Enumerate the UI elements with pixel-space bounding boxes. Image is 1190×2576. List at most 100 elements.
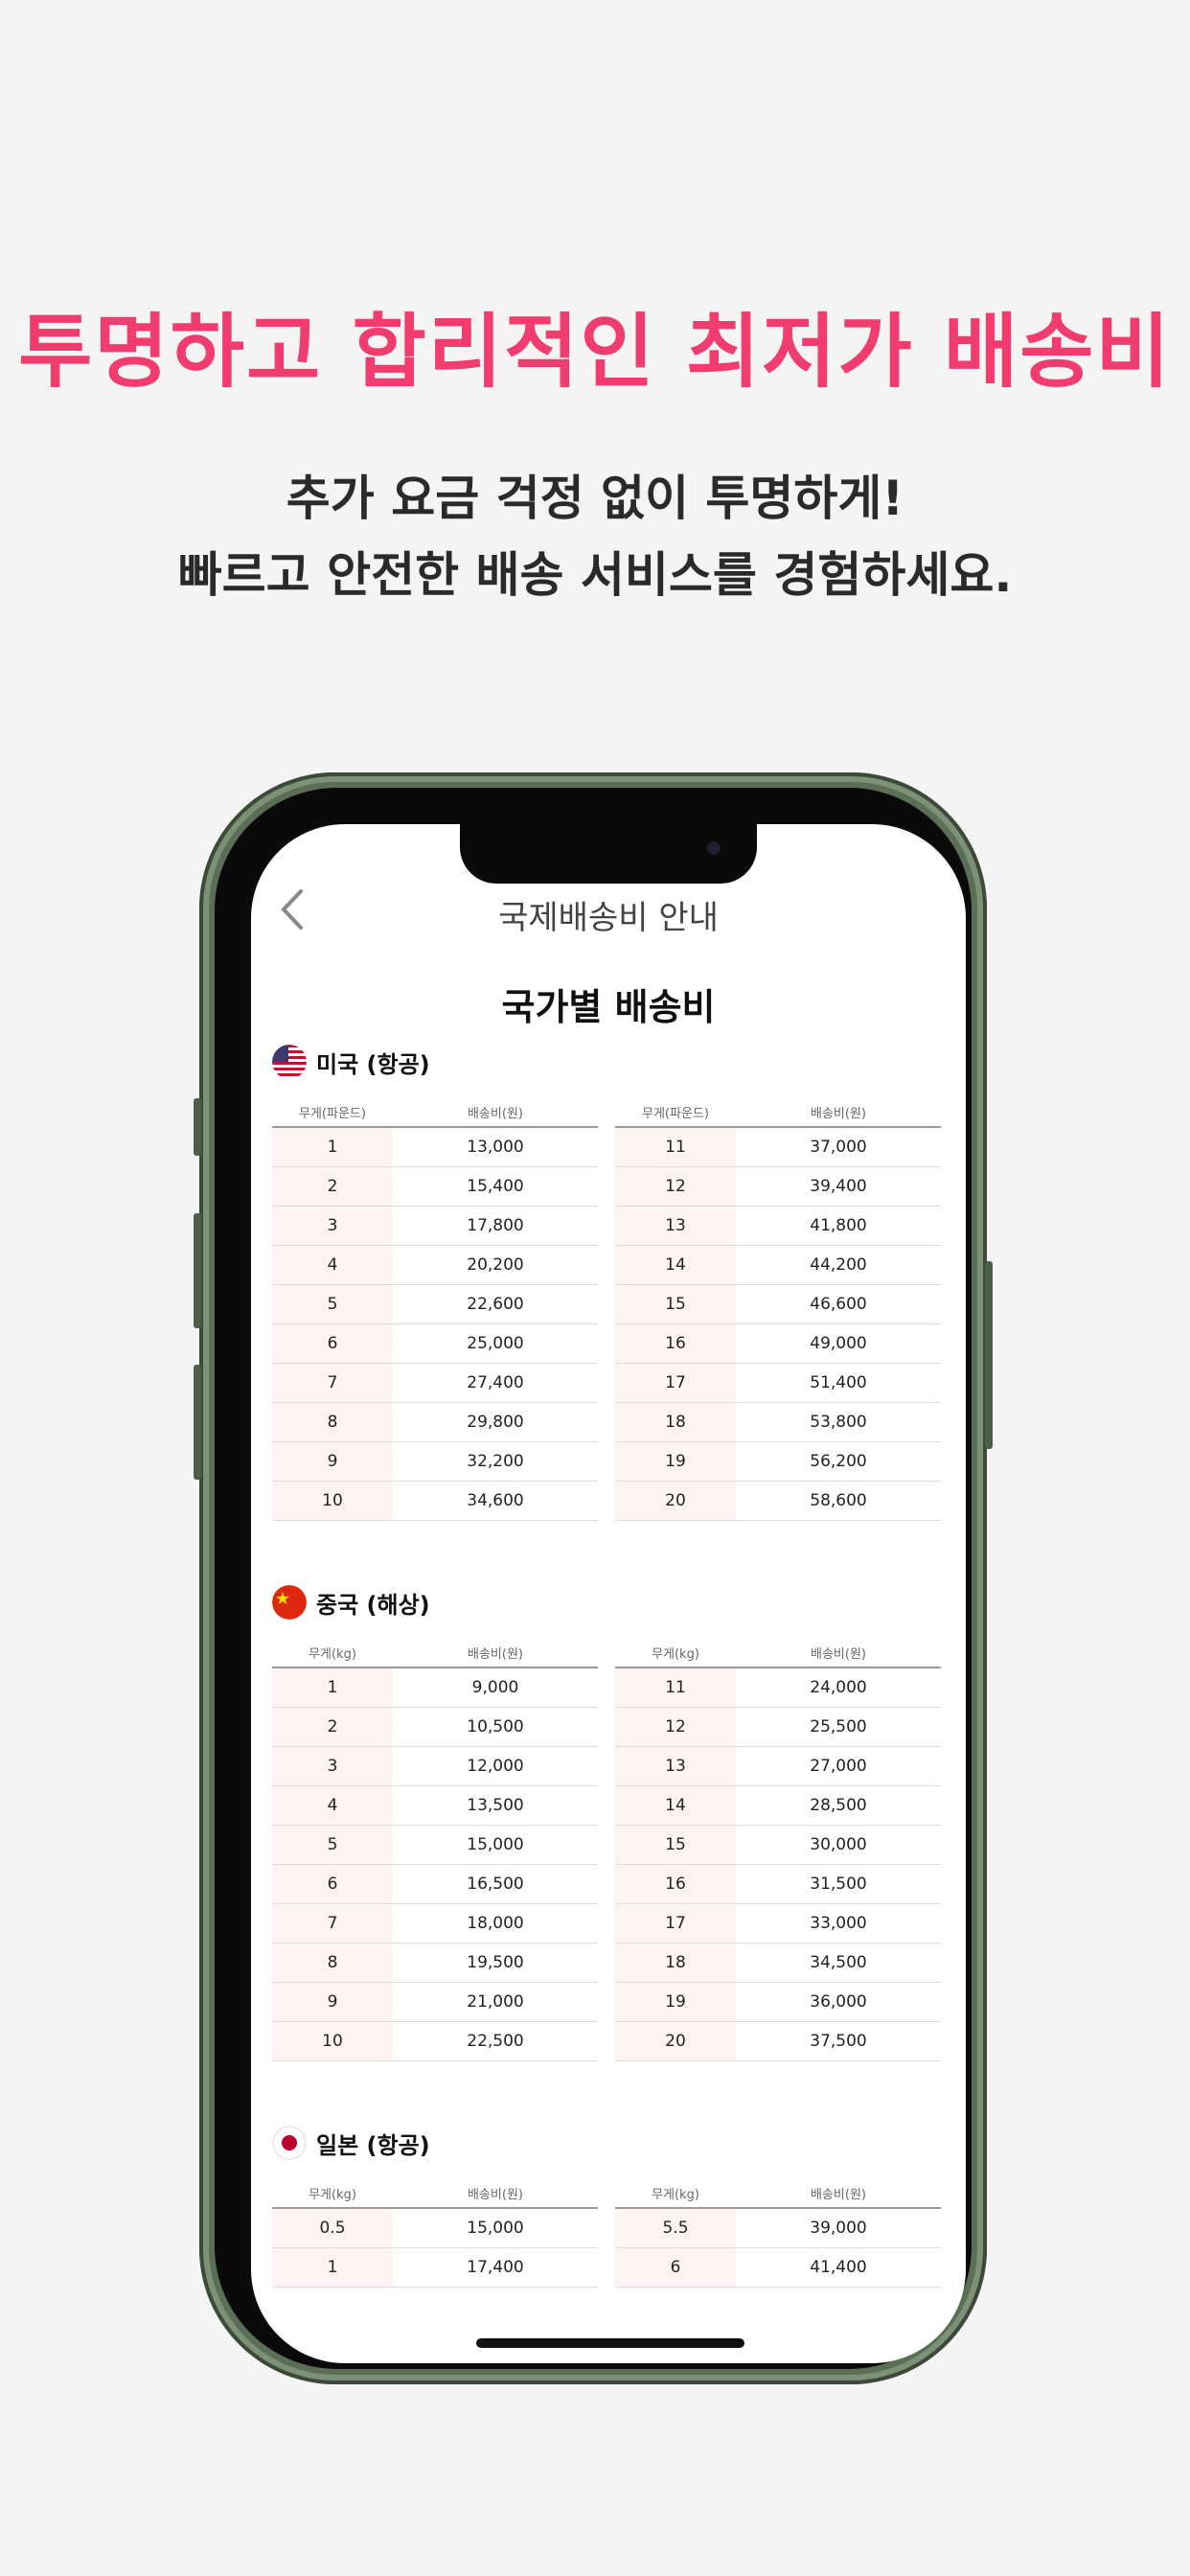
nav-bar: 국제배송비 안내 [251, 882, 966, 949]
japan-flag-icon [272, 2126, 307, 2160]
table-row: 2 15,400 [272, 1166, 598, 1207]
headline: 투명하고 합리적인 최저가 배송비 [18, 305, 1172, 399]
weight-cell: 14 [615, 1785, 736, 1826]
price-cell: 16,500 [393, 1864, 598, 1904]
price-cell: 18,000 [393, 1903, 598, 1944]
column-header-weight: 무게(파운드) [615, 1098, 736, 1128]
table-row: 19 36,000 [615, 1982, 941, 2022]
price-cell: 34,600 [393, 1481, 598, 1521]
table-row: 14 28,500 [615, 1785, 941, 1826]
table-row: 6 25,000 [272, 1323, 598, 1364]
weight-cell: 3 [272, 1746, 393, 1786]
weight-cell: 0.5 [272, 2208, 393, 2248]
weight-cell: 8 [272, 1943, 393, 1983]
table-row: 5 15,000 [272, 1825, 598, 1865]
rate-tables: 무게(kg) 배송비(원) 0.5 15,000 1 17,400 무게(kg) 배송비(원)… [272, 2179, 945, 2363]
table-row: 17 33,000 [615, 1903, 941, 1944]
weight-cell: 7 [272, 1903, 393, 1944]
table-row: 12 25,500 [615, 1707, 941, 1747]
price-cell: 53,800 [736, 1402, 941, 1442]
table-row: 10 34,600 [272, 1481, 598, 1521]
column-header-weight: 무게(kg) [615, 2179, 736, 2209]
price-cell: 32,200 [393, 1441, 598, 1482]
table-row: 3 17,800 [272, 1206, 598, 1246]
table-row: 17 51,400 [615, 1363, 941, 1403]
price-cell: 15,400 [393, 1166, 598, 1207]
price-cell: 15,000 [393, 2208, 598, 2248]
home-indicator [476, 2338, 744, 2348]
price-cell: 15,000 [393, 1825, 598, 1865]
table-header-row: 무게(kg) 배송비(원) [272, 1639, 598, 1668]
weight-cell: 2 [272, 1707, 393, 1747]
weight-cell: 13 [615, 1746, 736, 1786]
section-title: 중국 (해상) [316, 1591, 430, 1619]
subline-2: 빠르고 안전한 배송 서비스를 경험하세요. [177, 547, 1013, 603]
weight-cell: 4 [272, 1245, 393, 1285]
table-header-row: 무게(kg) 배송비(원) [615, 2179, 941, 2209]
weight-cell: 6 [272, 1323, 393, 1364]
price-cell: 28,500 [736, 1785, 941, 1826]
table-row: 11 37,000 [615, 1127, 941, 1167]
table-row: 6 41,400 [615, 2247, 941, 2288]
column-header-weight: 무게(kg) [272, 1639, 393, 1668]
price-cell: 33,000 [736, 1903, 941, 1944]
table-row: 2 10,500 [272, 1707, 598, 1747]
price-cell: 31,500 [736, 1864, 941, 1904]
column-header-price: 배송비(원) [736, 1098, 941, 1128]
weight-cell: 1 [272, 1127, 393, 1167]
nav-title: 국제배송비 안내 [498, 899, 719, 937]
table-row: 18 53,800 [615, 1402, 941, 1442]
price-cell: 21,000 [393, 1982, 598, 2022]
weight-cell: 16 [615, 1864, 736, 1904]
table-row: 9 21,000 [272, 1982, 598, 2022]
table-row: 16 49,000 [615, 1323, 941, 1364]
table-header-row: 무게(파운드) 배송비(원) [615, 1098, 941, 1128]
weight-cell: 19 [615, 1982, 736, 2022]
table-row: 18 34,500 [615, 1943, 941, 1983]
weight-cell: 17 [615, 1903, 736, 1944]
rate-table-right: 무게(kg) 배송비(원) 5.5 39,000 6 41,400 [615, 2179, 941, 2288]
weight-cell: 5.5 [615, 2208, 736, 2248]
table-row: 3 12,000 [272, 1746, 598, 1786]
column-header-price: 배송비(원) [736, 1639, 941, 1668]
weight-cell: 19 [615, 1441, 736, 1482]
column-header-weight: 무게(파운드) [272, 1098, 393, 1128]
column-header-weight: 무게(kg) [272, 2179, 393, 2209]
price-cell: 12,000 [393, 1746, 598, 1786]
price-cell: 9,000 [393, 1668, 598, 1708]
weight-cell: 12 [615, 1166, 736, 1207]
price-cell: 58,600 [736, 1481, 941, 1521]
table-row: 12 39,400 [615, 1166, 941, 1207]
weight-cell: 15 [615, 1825, 736, 1865]
table-header-row: 무게(kg) 배송비(원) [615, 1639, 941, 1668]
mute-switch [194, 1098, 201, 1156]
table-row: 13 27,000 [615, 1746, 941, 1786]
column-header-price: 배송비(원) [393, 1639, 598, 1668]
section-japan: 일본 (항공) 무게(kg) 배송비(원) 0.5 15,000 1 17,400 무게(k… [272, 2124, 945, 2288]
price-cell: 17,400 [393, 2247, 598, 2288]
weight-cell: 2 [272, 1166, 393, 1207]
weight-cell: 20 [615, 2021, 736, 2061]
rate-table-right: 무게(kg) 배송비(원) 11 24,000 12 25,500 13 27,000 14 28… [615, 1639, 941, 2061]
price-cell: 25,000 [393, 1323, 598, 1364]
price-cell: 39,400 [736, 1166, 941, 1207]
weight-cell: 6 [615, 2247, 736, 2288]
camera-icon [707, 841, 721, 855]
section-us: 미국 (항공) 무게(파운드) 배송비(원) 1 13,000 2 15,400 3 17,8… [272, 1043, 945, 1521]
rate-table-left: 무게(kg) 배송비(원) 1 9,000 2 10,500 3 12,000 4 13,500 5… [272, 1639, 598, 2061]
price-cell: 13,500 [393, 1785, 598, 1826]
table-row: 1 13,000 [272, 1127, 598, 1167]
price-cell: 27,400 [393, 1363, 598, 1403]
volume-up-button [194, 1213, 201, 1328]
table-row: 15 30,000 [615, 1825, 941, 1865]
table-row: 8 29,800 [272, 1402, 598, 1442]
table-row: 20 58,600 [615, 1481, 941, 1521]
table-row: 4 13,500 [272, 1785, 598, 1826]
table-row: 16 31,500 [615, 1864, 941, 1904]
price-cell: 44,200 [736, 1245, 941, 1285]
weight-cell: 15 [615, 1284, 736, 1324]
weight-cell: 1 [272, 2247, 393, 2288]
price-cell: 41,400 [736, 2247, 941, 2288]
table-row: 9 32,200 [272, 1441, 598, 1482]
table-row: 6 16,500 [272, 1864, 598, 1904]
